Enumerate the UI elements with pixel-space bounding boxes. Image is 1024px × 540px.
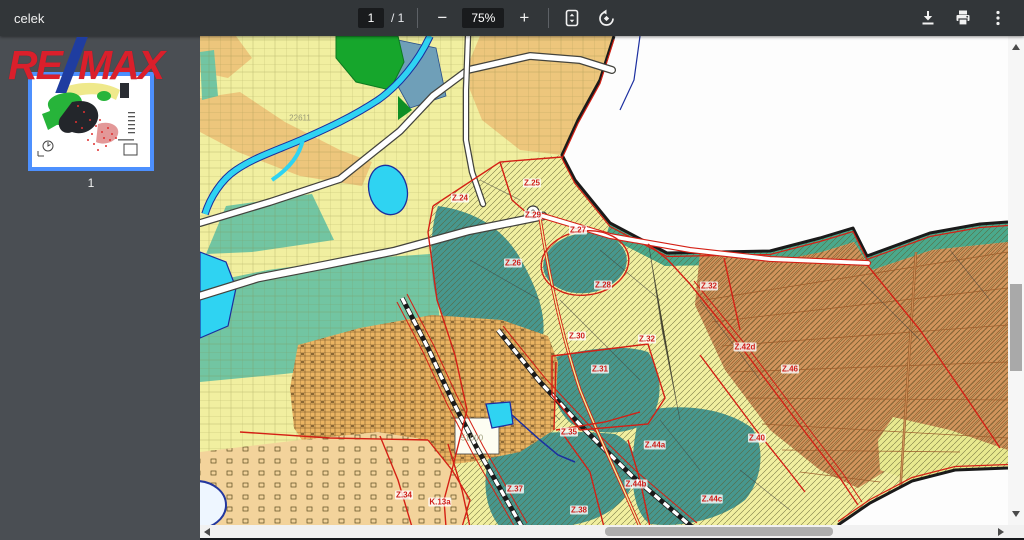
scroll-right-arrow-icon[interactable] — [998, 528, 1004, 536]
toolbar-center-controls: 1 / 1 − 75% + — [358, 0, 616, 36]
scroll-left-arrow-icon[interactable] — [204, 528, 210, 536]
remax-watermark: RE MAX — [8, 40, 163, 90]
download-icon[interactable] — [918, 8, 938, 28]
remax-re: RE — [8, 42, 61, 89]
zoom-out-button[interactable]: − — [431, 7, 453, 29]
thumbnail-page-number: 1 — [28, 176, 154, 190]
thumbnail-sidebar: 1 — [0, 36, 200, 540]
vertical-scroll-thumb[interactable] — [1010, 284, 1022, 371]
toolbar-divider — [548, 8, 549, 28]
vertical-scrollbar[interactable] — [1008, 36, 1024, 525]
zoning-map-drawing — [200, 36, 1008, 525]
zoom-level-display[interactable]: 75% — [462, 8, 504, 28]
horizontal-scroll-thumb[interactable] — [605, 527, 833, 536]
toolbar-right-controls — [918, 0, 1008, 36]
more-options-icon[interactable] — [988, 8, 1008, 28]
toolbar-divider — [417, 8, 418, 28]
fit-page-icon[interactable] — [562, 8, 582, 28]
scroll-up-arrow-icon[interactable] — [1012, 44, 1020, 50]
rotate-counterclockwise-icon[interactable] — [596, 8, 616, 28]
scroll-down-arrow-icon[interactable] — [1012, 511, 1020, 517]
roundabout — [527, 206, 539, 218]
pdf-toolbar: celek 1 / 1 − 75% + — [0, 0, 1024, 36]
remax-max: MAX — [78, 42, 163, 89]
pdf-page-canvas[interactable] — [200, 36, 1008, 525]
print-icon[interactable] — [953, 8, 973, 28]
document-title: celek — [14, 0, 44, 36]
page-number-input[interactable]: 1 — [358, 8, 384, 28]
page-total-label: / 1 — [391, 11, 404, 25]
zoom-in-button[interactable]: + — [513, 7, 535, 29]
horizontal-scrollbar[interactable] — [200, 525, 1008, 538]
